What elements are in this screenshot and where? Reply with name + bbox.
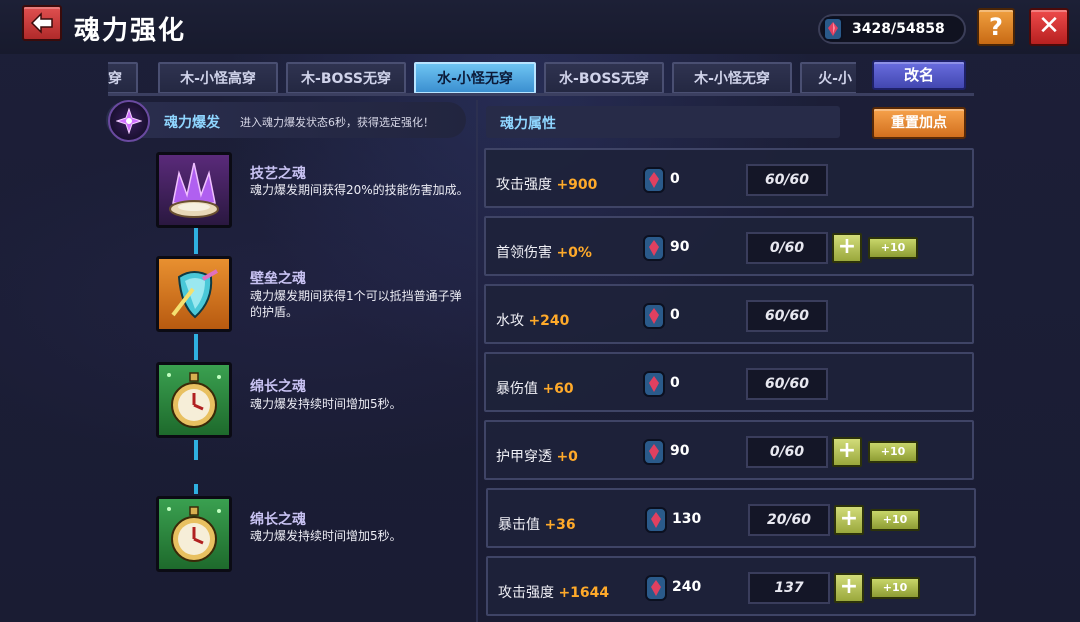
- attribute-bonus: +1644: [558, 585, 610, 601]
- attribute-label: 首领伤害: [496, 245, 552, 261]
- skill-name-2: 壁垒之魂: [250, 271, 306, 287]
- tab-1[interactable]: 木-小怪高穿: [158, 62, 278, 94]
- attribute-cost: 0: [670, 307, 680, 323]
- burst-title: 魂力爆发: [164, 115, 220, 131]
- add-point-button[interactable]: +: [832, 233, 862, 263]
- burst-icon: [108, 100, 150, 142]
- top-bar: 魂力强化 3428/54858 ? ✕: [0, 0, 1080, 54]
- tab-0[interactable]: 高穿: [108, 62, 138, 94]
- page-title: 魂力强化: [74, 16, 187, 46]
- tab-3-active[interactable]: 水-小怪无穿: [414, 62, 536, 94]
- attribute-bonus: +240: [528, 313, 570, 329]
- attribute-row: 攻击强度 +900 0 60/60: [484, 148, 974, 208]
- attribute-row: 暴伤值 +60 0 60/60: [484, 352, 974, 412]
- burst-star-icon: [116, 108, 142, 134]
- soul-gem-icon: [643, 167, 665, 193]
- attribute-cost: 90: [670, 443, 690, 459]
- soul-gem-icon: [643, 371, 665, 397]
- attribute-bonus: +36: [544, 517, 576, 533]
- skill-slot-1[interactable]: [156, 152, 232, 228]
- attribute-label: 暴伤值: [496, 381, 538, 397]
- add-ten-points-button[interactable]: +10: [870, 509, 920, 531]
- soul-gem-icon: [823, 17, 843, 41]
- close-button[interactable]: ✕: [1029, 8, 1069, 46]
- attribute-bonus: +0: [556, 449, 578, 465]
- panel-divider: [476, 100, 478, 622]
- attribute-row: 护甲穿透 +0 90 0/60 + +10: [484, 420, 974, 480]
- currency-amount: 3428/54858: [852, 21, 945, 37]
- tab-4[interactable]: 水-BOSS无穿: [544, 62, 664, 94]
- back-button[interactable]: [22, 5, 62, 41]
- skill-desc-2: 魂力爆发期间获得1个可以抵挡普通子弹的护盾。: [250, 289, 462, 319]
- attribute-row: 水攻 +240 0 60/60: [484, 284, 974, 344]
- attribute-row: 暴击值 +36 130 20/60 + +10: [486, 488, 976, 548]
- attribute-label: 护甲穿透: [496, 449, 552, 465]
- skill-connector: [194, 484, 198, 494]
- attribute-cost: 240: [672, 579, 702, 595]
- attribute-bonus: +0%: [556, 245, 592, 261]
- skill-connector: [194, 228, 198, 254]
- tab-6[interactable]: 火-小: [800, 62, 856, 94]
- attribute-cost: 130: [672, 511, 702, 527]
- preset-tabs: 高穿 木-小怪高穿 木-BOSS无穿 水-小怪无穿 水-BOSS无穿 木-小怪无…: [108, 60, 856, 94]
- add-ten-points-button[interactable]: +10: [868, 237, 918, 259]
- skill-desc-3: 魂力爆发持续时间增加5秒。: [250, 397, 402, 411]
- attribute-row: 攻击强度 +1644 240 137 + +10: [486, 556, 976, 616]
- tab-5[interactable]: 木-小怪无穿: [672, 62, 792, 94]
- soul-gem-icon: [645, 575, 667, 601]
- purple-crystal-icon: [169, 162, 219, 218]
- shield-icon: [171, 269, 218, 319]
- soul-gem-icon: [643, 303, 665, 329]
- skill-connector: [194, 334, 198, 360]
- attributes-title: 魂力属性: [500, 116, 556, 132]
- tab-2[interactable]: 木-BOSS无穿: [286, 62, 406, 94]
- soul-gem-icon: [645, 507, 667, 533]
- attribute-level: 60/60: [746, 164, 828, 196]
- skill-name-1: 技艺之魂: [250, 166, 306, 182]
- rename-button[interactable]: 改名: [872, 60, 966, 90]
- attribute-level: 0/60: [746, 232, 828, 264]
- attribute-level: 137: [748, 572, 830, 604]
- reset-points-button[interactable]: 重置加点: [872, 107, 966, 139]
- attribute-level: 60/60: [746, 368, 828, 400]
- attribute-label: 攻击强度: [498, 585, 554, 601]
- tab-divider: [108, 93, 974, 96]
- pocket-watch-icon: [167, 372, 221, 428]
- skill-slot-4[interactable]: [156, 496, 232, 572]
- attribute-label: 水攻: [496, 313, 524, 329]
- attribute-bonus: +60: [542, 381, 574, 397]
- attribute-row: 首领伤害 +0% 90 0/60 + +10: [484, 216, 974, 276]
- skill-desc-4: 魂力爆发持续时间增加5秒。: [250, 529, 402, 543]
- arrow-left-icon: [30, 12, 53, 34]
- attribute-level: 60/60: [746, 300, 828, 332]
- attribute-label: 暴击值: [498, 517, 540, 533]
- attribute-cost: 90: [670, 239, 690, 255]
- attribute-cost: 0: [670, 171, 680, 187]
- skill-name-4: 绵长之魂: [250, 512, 306, 528]
- add-ten-points-button[interactable]: +10: [870, 577, 920, 599]
- soul-gem-icon: [643, 235, 665, 261]
- soul-gem-icon: [643, 439, 665, 465]
- attribute-level: 0/60: [746, 436, 828, 468]
- skill-connector: [194, 440, 198, 460]
- add-point-button[interactable]: +: [834, 573, 864, 603]
- soul-currency-display: 3428/54858: [818, 14, 966, 44]
- add-ten-points-button[interactable]: +10: [868, 441, 918, 463]
- add-point-button[interactable]: +: [834, 505, 864, 535]
- skill-slot-2[interactable]: [156, 256, 232, 332]
- help-button[interactable]: ?: [977, 8, 1015, 46]
- attribute-level: 20/60: [748, 504, 830, 536]
- attribute-cost: 0: [670, 375, 680, 391]
- burst-description: 进入魂力爆发状态6秒，获得选定强化！: [240, 116, 434, 129]
- pocket-watch-icon: [167, 506, 221, 562]
- skill-slot-3[interactable]: [156, 362, 232, 438]
- attribute-label: 攻击强度: [496, 177, 552, 193]
- skill-name-3: 绵长之魂: [250, 379, 306, 395]
- skill-desc-1: 魂力爆发期间获得20%的技能伤害加成。: [250, 183, 469, 197]
- add-point-button[interactable]: +: [832, 437, 862, 467]
- attribute-bonus: +900: [556, 177, 598, 193]
